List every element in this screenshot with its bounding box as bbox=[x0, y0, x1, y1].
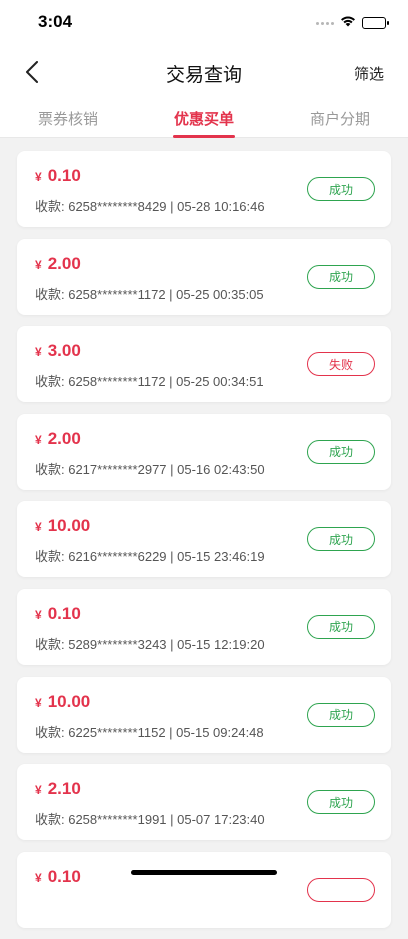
status-badge: 成功 bbox=[307, 440, 375, 464]
amount-value: 2.00 bbox=[48, 429, 81, 448]
transaction-amount: ¥10.00 bbox=[35, 516, 90, 536]
transaction-card[interactable]: ¥2.10 收款: 6258********1991 | 05-07 17:23:… bbox=[17, 764, 391, 840]
home-indicator bbox=[131, 870, 277, 875]
status-bar: 3:04 bbox=[0, 0, 408, 44]
status-badge bbox=[307, 878, 375, 902]
status-icons bbox=[316, 14, 386, 32]
transaction-card[interactable]: ¥10.00 收款: 6216********6229 | 05-15 23:46… bbox=[17, 501, 391, 577]
transaction-card[interactable]: ¥3.00 收款: 6258********1172 | 05-25 00:34:… bbox=[17, 326, 391, 402]
transaction-amount: ¥10.00 bbox=[35, 692, 90, 712]
transaction-amount: ¥0.10 bbox=[35, 166, 81, 186]
currency-symbol: ¥ bbox=[35, 783, 42, 797]
transaction-info: 收款: 6258********1172 | 05-25 00:35:05 bbox=[35, 284, 264, 303]
page-title: 交易查询 bbox=[0, 60, 408, 87]
amount-value: 2.10 bbox=[48, 779, 81, 798]
tab-bar: 票券核销 优惠买单 商户分期 bbox=[0, 100, 408, 138]
status-badge: 成功 bbox=[307, 615, 375, 639]
transaction-card[interactable]: ¥0.10 bbox=[17, 852, 391, 928]
currency-symbol: ¥ bbox=[35, 520, 42, 534]
transaction-card[interactable]: ¥10.00 收款: 6225********1152 | 05-15 09:24… bbox=[17, 677, 391, 753]
transaction-info: 收款: 6216********6229 | 05-15 23:46:19 bbox=[35, 546, 265, 565]
transaction-info: 收款: 5289********3243 | 05-15 12:19:20 bbox=[35, 634, 265, 653]
nav-bar: 交易查询 筛选 bbox=[0, 44, 408, 100]
battery-icon bbox=[362, 17, 386, 29]
status-badge: 失败 bbox=[307, 352, 375, 376]
transaction-info: 收款: 6258********1172 | 05-25 00:34:51 bbox=[35, 371, 264, 390]
transaction-card[interactable]: ¥0.10 收款: 6258********8429 | 05-28 10:16:… bbox=[17, 151, 391, 227]
status-time: 3:04 bbox=[38, 12, 72, 32]
currency-symbol: ¥ bbox=[35, 433, 42, 447]
transaction-info: 收款: 6258********8429 | 05-28 10:16:46 bbox=[35, 196, 265, 215]
amount-value: 0.10 bbox=[48, 166, 81, 185]
transaction-card[interactable]: ¥0.10 收款: 5289********3243 | 05-15 12:19:… bbox=[17, 589, 391, 665]
amount-value: 3.00 bbox=[48, 341, 81, 360]
amount-value: 2.00 bbox=[48, 254, 81, 273]
currency-symbol: ¥ bbox=[35, 608, 42, 622]
transaction-amount: ¥2.00 bbox=[35, 254, 81, 274]
transaction-amount: ¥2.10 bbox=[35, 779, 81, 799]
currency-symbol: ¥ bbox=[35, 258, 42, 272]
transaction-info: 收款: 6217********2977 | 05-16 02:43:50 bbox=[35, 459, 265, 478]
transaction-amount: ¥2.00 bbox=[35, 429, 81, 449]
transaction-info: 收款: 6225********1152 | 05-15 09:24:48 bbox=[35, 722, 264, 741]
status-badge: 成功 bbox=[307, 527, 375, 551]
transaction-amount: ¥0.10 bbox=[35, 867, 81, 887]
status-badge: 成功 bbox=[307, 703, 375, 727]
transaction-info: 收款: 6258********1991 | 05-07 17:23:40 bbox=[35, 809, 265, 828]
filter-button[interactable]: 筛选 bbox=[354, 63, 384, 84]
status-badge: 成功 bbox=[307, 265, 375, 289]
transaction-amount: ¥0.10 bbox=[35, 604, 81, 624]
currency-symbol: ¥ bbox=[35, 170, 42, 184]
currency-symbol: ¥ bbox=[35, 345, 42, 359]
currency-symbol: ¥ bbox=[35, 696, 42, 710]
transaction-card[interactable]: ¥2.00 收款: 6258********1172 | 05-25 00:35:… bbox=[17, 239, 391, 315]
signal-icon bbox=[316, 22, 334, 25]
tab-ticket-verification[interactable]: 票券核销 bbox=[0, 100, 136, 137]
status-badge: 成功 bbox=[307, 177, 375, 201]
amount-value: 10.00 bbox=[48, 516, 91, 535]
amount-value: 10.00 bbox=[48, 692, 91, 711]
tab-discount-payment[interactable]: 优惠买单 bbox=[136, 100, 272, 137]
transaction-card[interactable]: ¥2.00 收款: 6217********2977 | 05-16 02:43:… bbox=[17, 414, 391, 490]
amount-value: 0.10 bbox=[48, 604, 81, 623]
status-badge: 成功 bbox=[307, 790, 375, 814]
wifi-icon bbox=[340, 14, 356, 32]
tab-merchant-installment[interactable]: 商户分期 bbox=[272, 100, 408, 137]
transaction-list: ¥0.10 收款: 6258********8429 | 05-28 10:16:… bbox=[17, 151, 391, 939]
transaction-amount: ¥3.00 bbox=[35, 341, 81, 361]
